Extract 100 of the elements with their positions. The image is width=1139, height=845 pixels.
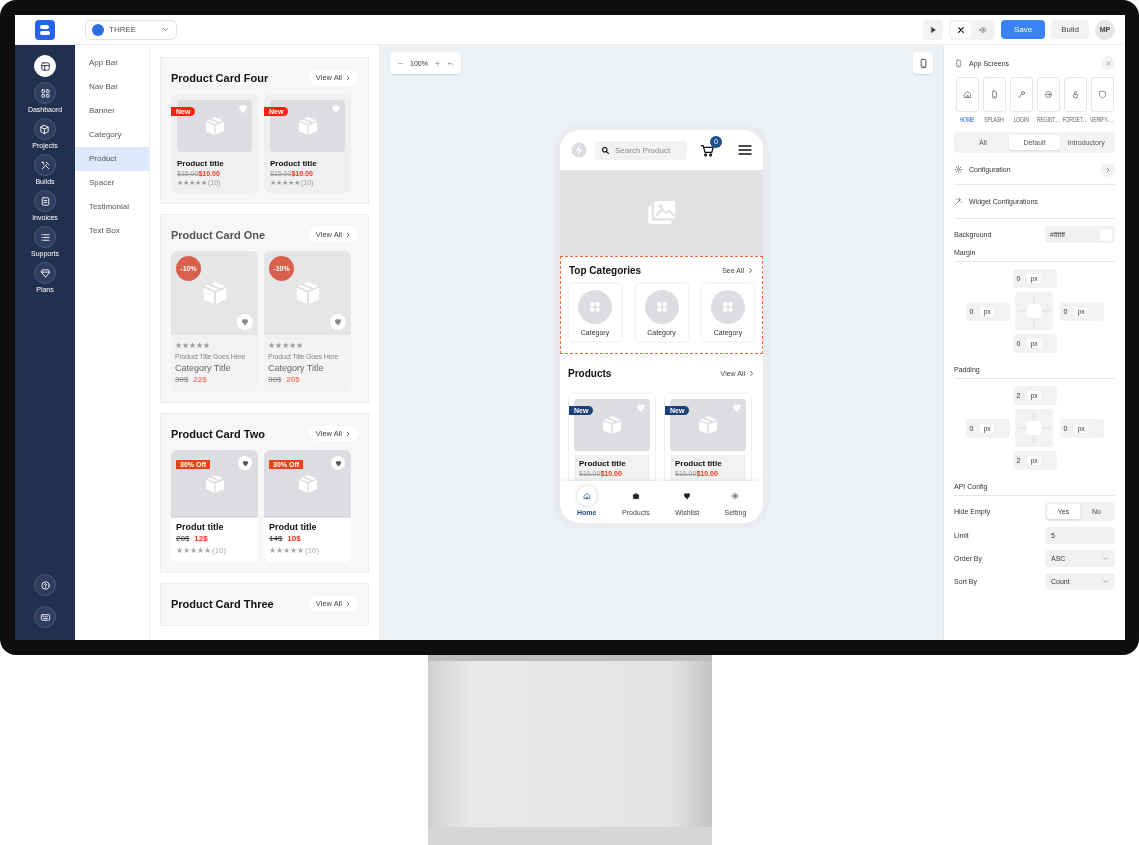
section-title: Product Card Three <box>171 597 274 610</box>
heart-icon <box>732 403 742 413</box>
search-field[interactable]: Search Product <box>595 140 687 160</box>
build-button[interactable]: Build <box>1051 20 1089 39</box>
heart-icon <box>241 459 249 467</box>
keyboard-button[interactable] <box>34 606 56 628</box>
play-button[interactable] <box>922 19 943 40</box>
chevron-icon <box>345 231 351 238</box>
help-icon <box>39 579 51 591</box>
eye-icon <box>978 25 987 34</box>
section-title: Top Categories <box>569 265 642 276</box>
chevron-icon <box>748 370 755 377</box>
widget-item[interactable]: Banner <box>75 99 149 123</box>
category-title: Category Title <box>175 363 232 373</box>
tools-icon <box>39 159 51 171</box>
chevron-icon <box>1105 166 1111 173</box>
heart-icon <box>331 104 341 114</box>
widget-item[interactable]: Testimonial <box>75 195 149 219</box>
bag-icon <box>631 492 640 500</box>
layout-icon <box>39 60 51 72</box>
widget-item[interactable]: App Bar <box>75 51 149 75</box>
help-button[interactable] <box>34 574 56 596</box>
cart-icon <box>700 142 715 158</box>
logo-icon <box>35 19 55 40</box>
product-title: Produt title <box>269 522 318 532</box>
heart-icon <box>683 492 692 500</box>
shield-icon <box>1097 90 1107 99</box>
heart-icon <box>238 104 248 114</box>
box-model-drawing <box>1014 409 1053 447</box>
cross-tool-button[interactable] <box>950 21 971 38</box>
box-model-drawing <box>1014 292 1053 330</box>
rating-stars: ★★★★★ <box>176 546 211 555</box>
price: 20$ <box>286 375 300 384</box>
widget-item[interactable]: Product <box>75 147 149 171</box>
play-icon <box>928 25 937 34</box>
save-button[interactable]: Save <box>1000 20 1046 39</box>
chevron-icon <box>345 600 351 607</box>
wishlist-button[interactable] <box>331 456 345 470</box>
plus-icon <box>433 59 441 67</box>
list-icon <box>39 231 51 243</box>
gem-icon <box>39 267 51 279</box>
wishlist-button[interactable] <box>238 456 252 470</box>
widget-item[interactable]: Nav Bar <box>75 75 149 99</box>
product-title: Product title <box>177 159 225 168</box>
product-title: Product title <box>675 459 723 468</box>
old-price: 30$ <box>175 375 189 384</box>
rating-stars: ★★★★★ <box>268 341 304 350</box>
chevron-icon <box>345 74 351 81</box>
menu-button[interactable] <box>737 142 753 158</box>
keyboard-icon <box>39 611 51 623</box>
rating-stars: ★★★★★ <box>175 341 211 350</box>
wishlist-button[interactable] <box>330 314 346 330</box>
tiles-icon <box>654 299 669 314</box>
price: 12$ <box>194 534 208 543</box>
lock-icon <box>1070 90 1080 99</box>
old-price: 14$ <box>269 534 283 543</box>
gear-icon <box>954 165 963 174</box>
zoom-in-button[interactable] <box>433 59 441 67</box>
review-count: (10) <box>212 546 227 555</box>
device-icon <box>989 90 999 99</box>
tiles-icon <box>721 299 735 314</box>
caret-icon <box>1102 578 1109 585</box>
invoice-icon <box>39 195 51 207</box>
heart-icon <box>334 459 342 467</box>
heart-icon <box>241 318 249 326</box>
widget-item[interactable]: Text Box <box>75 219 149 243</box>
product-title: Product title <box>270 159 318 168</box>
grid-icon <box>39 87 51 99</box>
undo-icon <box>446 59 454 67</box>
chevron-icon <box>747 267 754 274</box>
review-count: (10) <box>305 546 320 555</box>
close-button[interactable] <box>1101 56 1115 70</box>
home-icon <box>962 90 972 99</box>
nav-item[interactable] <box>34 55 56 77</box>
category-title: Category Title <box>268 363 325 373</box>
menu-icon <box>737 142 753 158</box>
chevron-icon <box>345 430 351 437</box>
cube-icon <box>39 123 51 135</box>
old-price: 20$ <box>176 534 190 543</box>
product-title: Produt title <box>176 522 225 532</box>
device-button[interactable] <box>913 52 933 74</box>
price: 10$ <box>287 534 301 543</box>
wishlist-button[interactable] <box>237 314 253 330</box>
wand-icon <box>954 197 963 206</box>
caret-icon <box>1102 555 1109 562</box>
caret-icon <box>161 25 170 34</box>
login-icon <box>1043 90 1053 99</box>
key-icon <box>1016 90 1026 99</box>
project-dropdown[interactable]: THREE <box>85 19 177 40</box>
search-icon <box>601 145 610 155</box>
section-title: Product Card Four <box>171 71 269 84</box>
widget-item[interactable]: Category <box>75 123 149 147</box>
box-icon <box>600 413 624 437</box>
section-title: Product Card Two <box>171 427 265 440</box>
heart-icon <box>636 403 646 413</box>
widget-item[interactable]: Spacer <box>75 171 149 195</box>
rating-stars: ★★★★★ <box>269 546 304 555</box>
undo-button[interactable] <box>446 59 454 67</box>
old-price: 30$ <box>268 375 282 384</box>
product-title: Product title <box>579 459 627 468</box>
